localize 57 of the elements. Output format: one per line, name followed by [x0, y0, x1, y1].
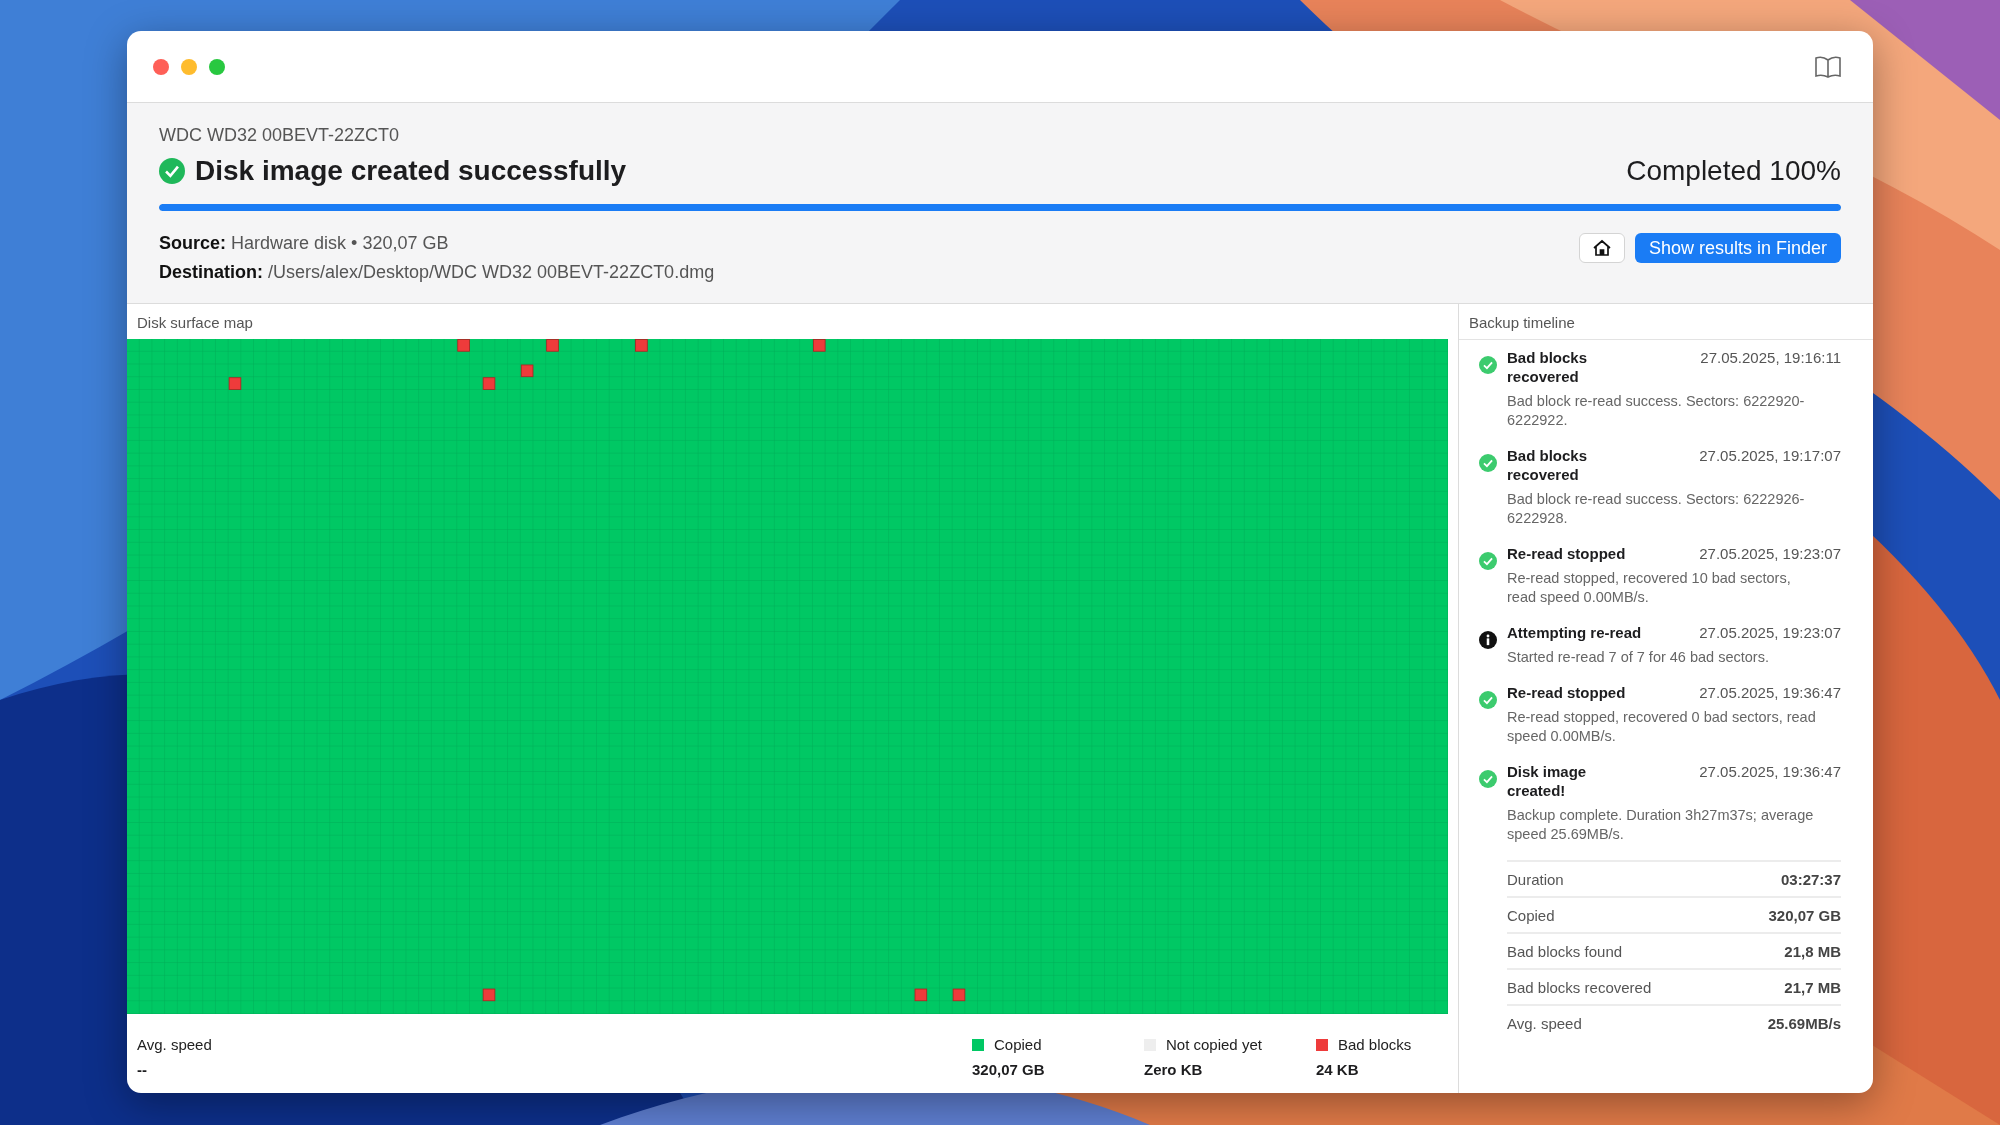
check-icon	[1479, 770, 1497, 788]
timeline-title: Backup timeline	[1459, 304, 1873, 340]
legend-label: Bad blocks	[1338, 1036, 1412, 1053]
avg-speed-label: Avg. speed	[137, 1036, 212, 1053]
book-icon[interactable]	[1815, 55, 1841, 78]
legend-label: Not copied yet	[1166, 1036, 1262, 1053]
house-icon	[1591, 239, 1612, 257]
avg-speed-value: --	[137, 1061, 148, 1078]
event-title: Bad blocks recovered	[1507, 348, 1589, 386]
legend-value: 320,07 GB	[972, 1061, 1046, 1078]
check-icon	[1479, 552, 1497, 570]
legend-label: Copied	[994, 1036, 1042, 1053]
stat-value: 03:27:37	[1780, 871, 1841, 888]
event-title: Disk image created!	[1507, 762, 1588, 800]
event-time: 27.05.2025, 19:17:07	[1699, 446, 1841, 466]
event-time: 27.05.2025, 19:36:47	[1699, 762, 1841, 782]
event-time: 27.05.2025, 19:23:07	[1699, 544, 1841, 563]
show-in-finder-button[interactable]: Show results in Finder	[1634, 233, 1841, 263]
event-title: Attempting re-read	[1507, 623, 1642, 642]
event-title: Re-read stopped	[1507, 544, 1626, 563]
event-text: Bad block re-read success. Sectors: 6222920-6222922.	[1507, 392, 1806, 430]
check-icon	[1479, 356, 1497, 374]
destination-text: Destination: /Users/alex/Desktop/WDC WD32 00BEVT-22ZCT0.dmg	[159, 261, 715, 284]
check-icon	[159, 158, 185, 184]
close-button[interactable]	[153, 58, 169, 75]
home-button[interactable]	[1578, 233, 1625, 263]
event-time: 27.05.2025, 19:23:07	[1699, 623, 1841, 642]
stat-value: 320,07 GB	[1768, 907, 1841, 924]
zoom-button[interactable]	[209, 58, 225, 75]
stat-value: 21,7 MB	[1784, 979, 1841, 996]
stat-label: Bad blocks recovered	[1507, 979, 1652, 996]
stat-label: Bad blocks found	[1507, 943, 1623, 960]
device-name: WDC WD32 00BEVT-22ZCT0	[159, 125, 401, 146]
event-text: Re-read stopped, recovered 10 bad sectors, read speed 0.00MB/s.	[1507, 569, 1792, 607]
stat-label: Duration	[1507, 871, 1564, 888]
event-time: 27.05.2025, 19:16:11	[1700, 348, 1841, 368]
stat-value: 25.69MB/s	[1767, 1015, 1841, 1032]
event-text: Started re-read 7 of 7 for 46 bad sectors.	[1507, 648, 1770, 667]
legend-value: 24 KB	[1316, 1061, 1360, 1078]
event-title: Bad blocks recovered	[1507, 446, 1589, 484]
event-text: Re-read stopped, recovered 0 bad sectors, read speed 0.00MB/s.	[1507, 708, 1817, 746]
stat-label: Copied	[1507, 907, 1555, 924]
progress-label: Completed 100%	[1626, 155, 1841, 187]
info-icon	[1479, 631, 1497, 649]
check-icon	[1479, 691, 1497, 709]
map-title: Disk surface map	[136, 313, 254, 333]
event-text: Backup complete. Duration 3h27m37s; average speed 25.69MB/s.	[1507, 806, 1815, 844]
legend-value: Zero KB	[1144, 1061, 1204, 1078]
minimize-button[interactable]	[181, 58, 197, 75]
stat-label: Avg. speed	[1507, 1015, 1582, 1032]
stat-value: 21,8 MB	[1784, 943, 1841, 960]
source-text: Source: Hardware disk • 320,07 GB	[159, 232, 450, 255]
event-text: Bad block re-read success. Sectors: 6222926-6222928.	[1507, 490, 1806, 528]
check-icon	[1479, 454, 1497, 472]
event-title: Re-read stopped	[1507, 683, 1626, 702]
status-title: Disk image created successfully	[195, 155, 627, 187]
event-time: 27.05.2025, 19:36:47	[1699, 683, 1841, 702]
